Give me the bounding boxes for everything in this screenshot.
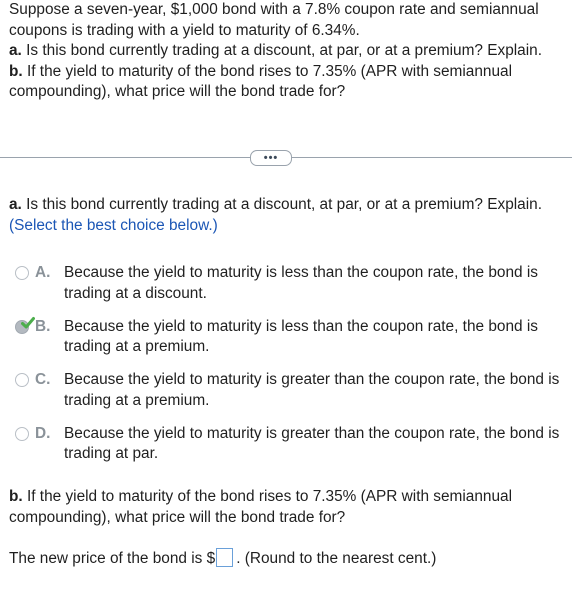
choice-letter: C. [35, 371, 51, 388]
part-a-label: a. [9, 42, 22, 59]
problem-part-b: b. If the yield to maturity of the bond … [9, 62, 569, 103]
answer-row: The new price of the bond is $ . (Round t… [9, 548, 437, 570]
choice-text: Because the yield to maturity is greater… [64, 371, 560, 409]
choice-a[interactable]: A. Because the yield to maturity is less… [9, 263, 569, 317]
radio-button[interactable] [15, 266, 29, 280]
bond-price-input[interactable] [216, 548, 234, 568]
part-b-question: b. If the yield to maturity of the bond … [9, 487, 569, 528]
problem-statement: Suppose a seven-year, $1,000 bond with a… [9, 0, 569, 103]
choice-text: Because the yield to maturity is greater… [64, 424, 560, 463]
problem-part-a: a. Is this bond currently trading at a d… [9, 41, 569, 62]
choice-b[interactable]: B. Because the yield to maturity is less… [9, 316, 569, 371]
choice-text: Because the yield to maturity is less th… [64, 264, 538, 302]
choice-letter: A. [35, 264, 51, 281]
answer-suffix: . (Round to the nearest cent.) [236, 550, 437, 567]
choice-letter: D. [35, 424, 51, 442]
expand-more-button[interactable]: ••• [250, 150, 292, 166]
answer-prefix: The new price of the bond is $ [9, 550, 216, 567]
radio-button[interactable] [15, 373, 29, 387]
choice-letter: B. [35, 317, 51, 335]
part-a-text: Is this bond currently trading at a disc… [26, 42, 542, 59]
select-hint: (Select the best choice below.) [9, 216, 218, 234]
part-b-question-label: b. [9, 488, 23, 505]
radio-button[interactable] [15, 426, 29, 441]
part-b-text: If the yield to maturity of the bond ris… [9, 62, 513, 101]
part-a-question: a. Is this bond currently trading at a d… [9, 195, 569, 236]
choice-d[interactable]: D. Because the yield to maturity is grea… [9, 424, 569, 478]
choice-list: A. Because the yield to maturity is less… [9, 263, 569, 477]
choice-text: Because the yield to maturity is less th… [64, 317, 538, 356]
section-divider: ••• [0, 150, 572, 166]
problem-intro: Suppose a seven-year, $1,000 bond with a… [9, 1, 539, 39]
part-b-label: b. [9, 62, 23, 80]
choice-c[interactable]: C. Because the yield to maturity is grea… [9, 370, 569, 424]
part-b-question-text: If the yield to maturity of the bond ris… [9, 488, 513, 526]
checkmark-icon [21, 316, 35, 328]
ellipsis-icon: ••• [263, 152, 279, 164]
part-a-question-text: Is this bond currently trading at a disc… [26, 196, 542, 213]
part-a-question-label: a. [9, 196, 22, 213]
